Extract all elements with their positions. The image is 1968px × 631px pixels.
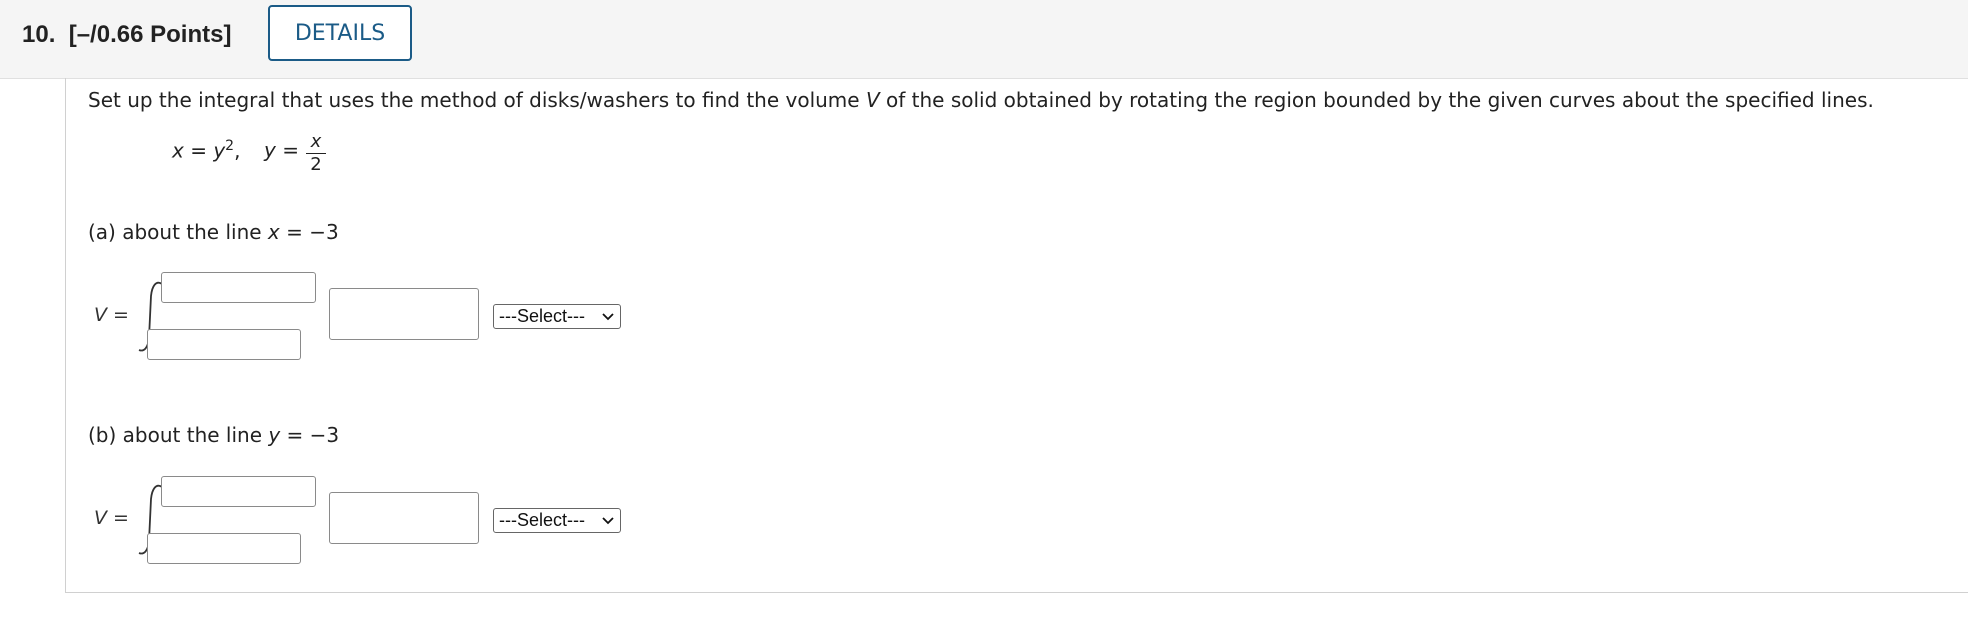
chevron-down-icon	[602, 313, 614, 321]
part-a-lower-limit-input[interactable]	[147, 329, 301, 360]
curve2-fraction: x 2	[306, 132, 326, 175]
curve2-lhs: y	[264, 138, 276, 162]
part-a-prefix: (a) about the line	[88, 220, 268, 244]
part-b-prefix: (b) about the line	[88, 423, 269, 447]
curve2-equals: =	[275, 138, 299, 162]
part-b-select-value: ---Select---	[499, 510, 585, 530]
fraction-numerator: x	[310, 131, 322, 152]
part-a-variable: x	[267, 220, 280, 244]
part-b-label: (b) about the line y = −3	[88, 423, 339, 447]
question-number-points: 10. [–/0.66 Points]	[22, 21, 231, 49]
part-a-upper-limit-input[interactable]	[161, 272, 316, 303]
curve1-equals: =	[183, 138, 214, 163]
curve1-rhs: y	[213, 138, 226, 163]
prompt-text-end: of the solid obtained by rotating the re…	[879, 88, 1874, 112]
curve1-lhs: x	[172, 138, 184, 163]
part-b-upper-limit-input[interactable]	[161, 476, 316, 507]
part-a-integrand-input[interactable]	[329, 288, 479, 340]
part-a-value: = −3	[279, 220, 339, 244]
prompt-text-start: Set up the integral that uses the method…	[88, 88, 866, 112]
fraction-denominator: 2	[310, 154, 322, 175]
question-number: 10.	[22, 21, 56, 48]
question-prompt: Set up the integral that uses the method…	[88, 88, 1874, 112]
chevron-down-icon	[602, 517, 614, 525]
part-b-variable: y	[268, 423, 281, 447]
question-points: [–/0.66 Points]	[68, 21, 232, 48]
question-header: 10. [–/0.66 Points] DETAILS	[0, 0, 1968, 79]
curve-equation-1: x = y2,	[172, 138, 240, 163]
part-a-differential-select[interactable]: ---Select---	[493, 304, 621, 329]
part-b-differential-select[interactable]: ---Select---	[493, 508, 621, 533]
part-a-select-value: ---Select---	[499, 306, 585, 326]
curve-equation-2: y =	[264, 138, 299, 162]
part-a-label: (a) about the line x = −3	[88, 220, 339, 244]
part-b-v-label: V =	[94, 507, 129, 529]
part-b-integrand-input[interactable]	[329, 492, 479, 544]
part-b-lower-limit-input[interactable]	[147, 533, 301, 564]
part-b-value: = −3	[280, 423, 340, 447]
prompt-volume-symbol: V	[865, 88, 880, 112]
part-a-v-label: V =	[94, 304, 129, 326]
details-button[interactable]: DETAILS	[268, 5, 412, 61]
curve-separator: ,	[234, 138, 241, 163]
curve1-exponent: 2	[225, 138, 235, 154]
